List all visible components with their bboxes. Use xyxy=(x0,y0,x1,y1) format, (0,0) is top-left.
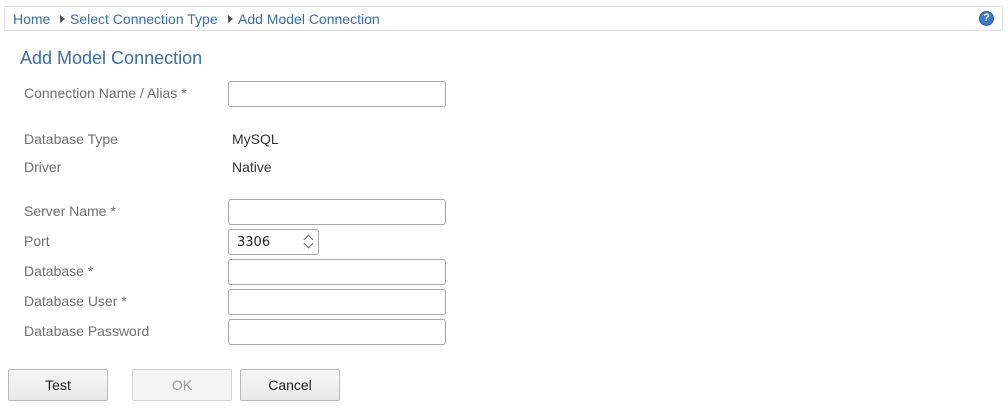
driver-value: Native xyxy=(232,159,272,175)
database-password-label: Database Password xyxy=(24,323,150,339)
server-name-input[interactable] xyxy=(228,199,446,225)
chevron-right-icon xyxy=(60,15,65,23)
database-label: Database * xyxy=(24,263,94,279)
cancel-button[interactable]: Cancel xyxy=(240,369,340,401)
port-stepper[interactable]: 3306 xyxy=(228,229,319,255)
ok-button[interactable]: OK xyxy=(132,369,232,401)
database-user-label: Database User * xyxy=(24,293,127,309)
database-type-label: Database Type xyxy=(24,131,118,147)
breadcrumb-add-model-connection[interactable]: Add Model Connection xyxy=(238,11,380,27)
connection-name-label: Connection Name / Alias * xyxy=(24,85,187,101)
database-input[interactable] xyxy=(228,259,446,285)
connection-name-input[interactable] xyxy=(228,81,446,107)
chevron-right-icon xyxy=(228,15,233,23)
driver-label: Driver xyxy=(24,159,62,175)
port-value[interactable]: 3306 xyxy=(237,235,270,250)
database-user-input[interactable] xyxy=(228,289,446,315)
breadcrumb: Home Select Connection Type Add Model Co… xyxy=(4,6,1003,31)
help-icon[interactable]: ? xyxy=(979,11,994,26)
spinner-arrows-icon[interactable] xyxy=(303,233,315,251)
port-label: Port xyxy=(24,233,50,249)
page-title: Add Model Connection xyxy=(20,48,203,68)
database-password-input[interactable] xyxy=(228,319,446,345)
database-type-value: MySQL xyxy=(232,131,279,147)
breadcrumb-home[interactable]: Home xyxy=(13,11,50,27)
server-name-label: Server Name * xyxy=(24,203,116,219)
breadcrumb-select-connection-type[interactable]: Select Connection Type xyxy=(70,11,218,27)
test-button[interactable]: Test xyxy=(8,369,108,401)
